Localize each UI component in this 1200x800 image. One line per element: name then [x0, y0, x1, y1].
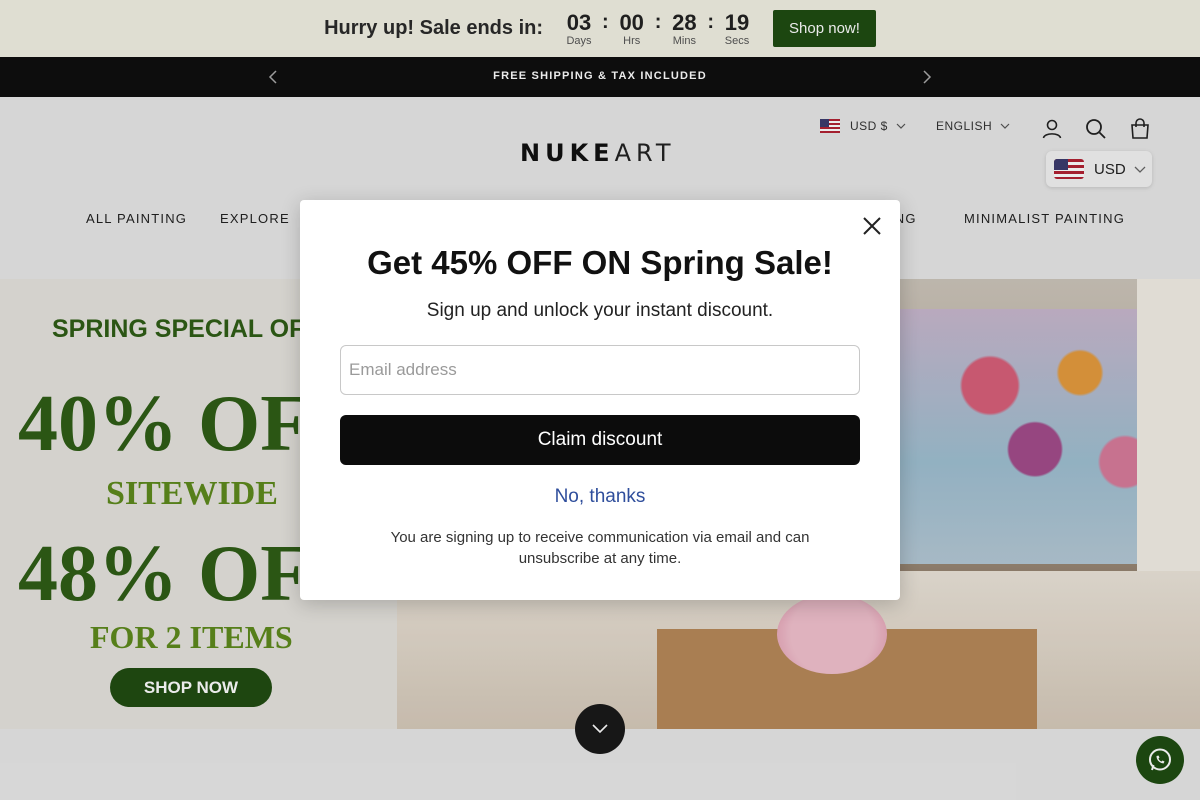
discount-popup: Get 45% OFF ON Spring Sale! Sign up and … — [300, 200, 900, 600]
no-thanks-link[interactable]: No, thanks — [300, 486, 900, 508]
claim-discount-button[interactable]: Claim discount — [340, 415, 860, 465]
popup-subtitle: Sign up and unlock your instant discount… — [426, 300, 774, 321]
popup-disclaimer: You are signing up to receive communicat… — [390, 529, 810, 567]
popup-title: Get 45% OFF ON Spring Sale! — [367, 244, 833, 281]
close-icon[interactable] — [858, 212, 886, 240]
email-field[interactable] — [340, 345, 860, 395]
